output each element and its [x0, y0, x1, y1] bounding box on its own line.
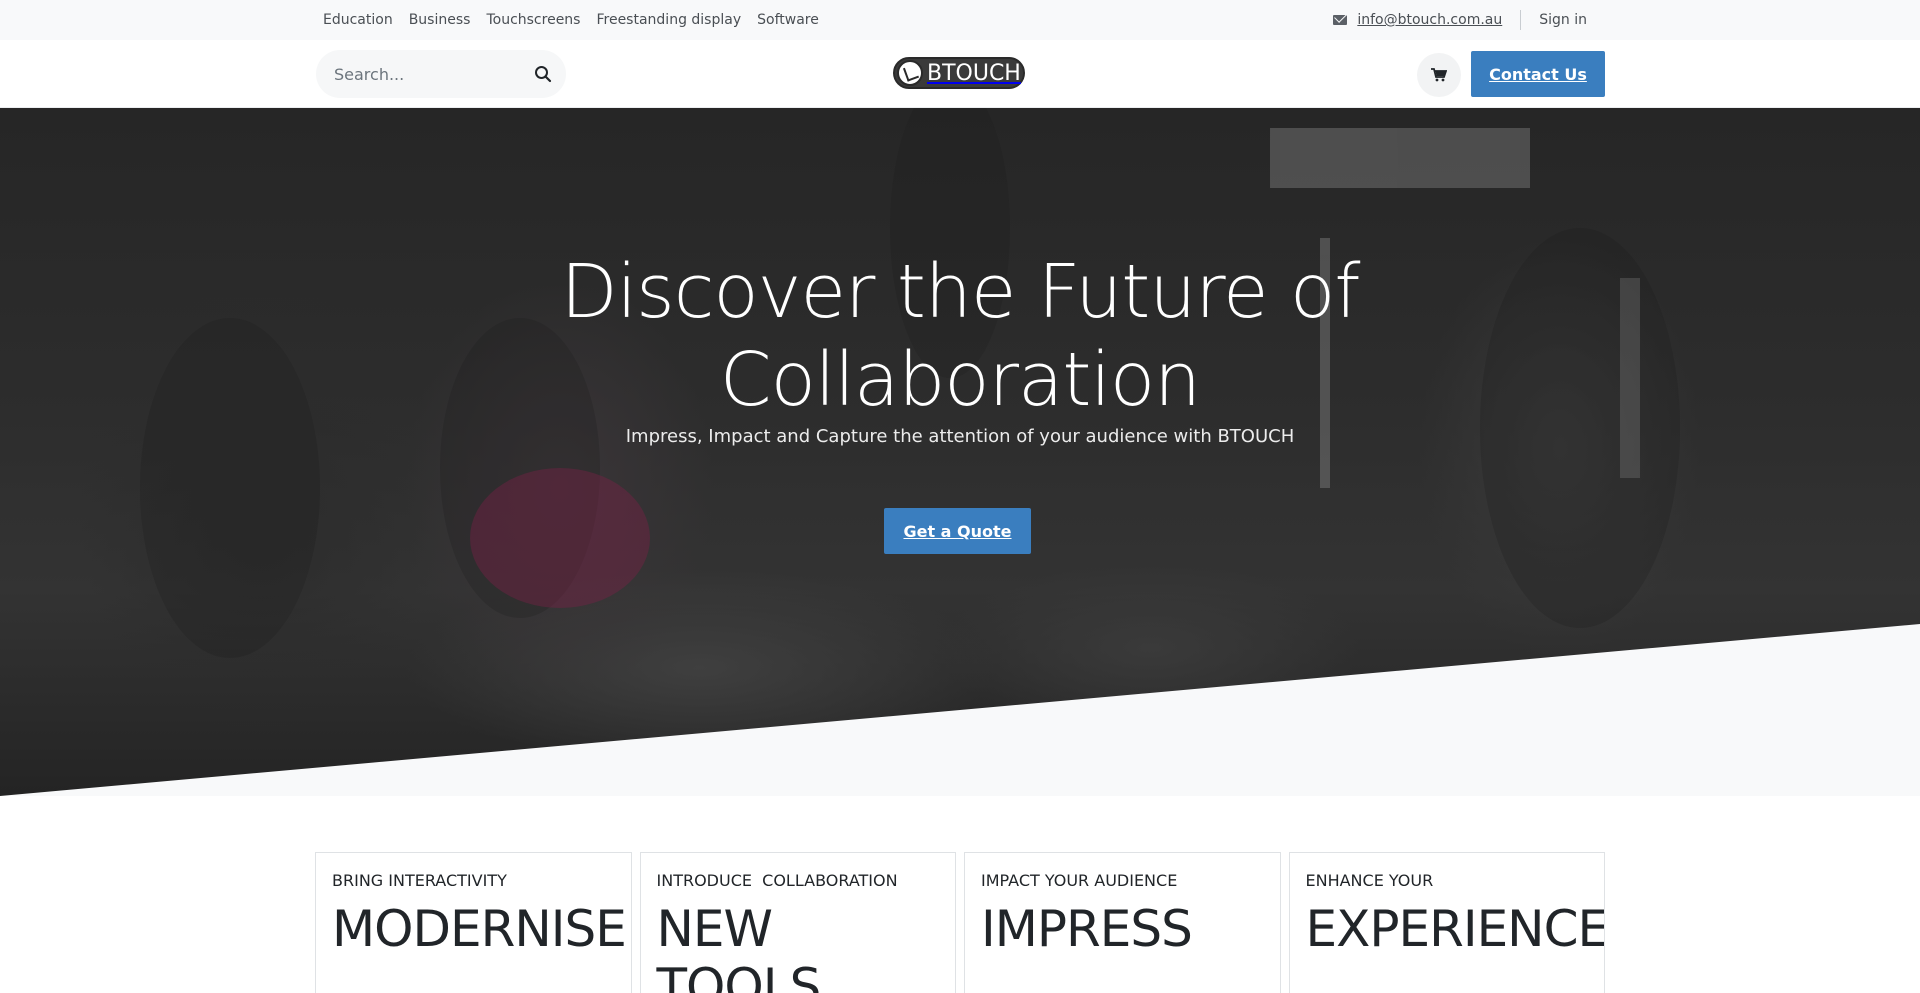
feature-card-experience[interactable]: ENHANCE YOUR EXPERIENCE: [1288, 852, 1605, 993]
card-title: IMPRESS: [981, 900, 1193, 958]
search-icon[interactable]: [534, 65, 552, 83]
feature-cards: BRING INTERACTIVITY MODERNISE INTRODUCE …: [315, 852, 1605, 993]
contact-us-button[interactable]: Contact Us: [1471, 51, 1605, 97]
search-box: [316, 50, 566, 98]
get-a-quote-button[interactable]: Get a Quote: [884, 508, 1031, 554]
hero-title-line-1: Discover the Future of: [560, 249, 1361, 335]
cart-icon: [1431, 68, 1447, 82]
search-input[interactable]: [334, 64, 524, 84]
card-kicker: BRING INTERACTIVITY: [332, 871, 507, 890]
email-link[interactable]: info@btouch.com.au: [1333, 12, 1502, 28]
sign-in-link[interactable]: Sign in: [1539, 12, 1587, 28]
nav-link-business[interactable]: Business: [409, 12, 471, 28]
hero-title: Discover the Future of Collaboration: [0, 248, 1920, 424]
feature-card-modernise[interactable]: BRING INTERACTIVITY MODERNISE: [315, 852, 632, 993]
card-kicker: ENHANCE YOUR: [1305, 871, 1434, 890]
card-title: NEW TOOLS: [656, 900, 822, 993]
top-right-links: info@btouch.com.au Sign in: [1333, 0, 1597, 40]
logo-mark-icon: [897, 60, 923, 86]
cart-button[interactable]: [1417, 53, 1461, 97]
main-header: BTOUCH Contact Us: [0, 40, 1920, 108]
top-divider: [1520, 10, 1522, 30]
envelope-icon: [1333, 15, 1348, 25]
nav-link-freestanding-display[interactable]: Freestanding display: [596, 12, 741, 28]
nav-link-touchscreens[interactable]: Touchscreens: [486, 12, 580, 28]
feature-card-new-tools[interactable]: INTRODUCE COLLABORATION NEW TOOLS: [639, 852, 956, 993]
btouch-logo[interactable]: BTOUCH: [893, 57, 1025, 89]
nav-link-software[interactable]: Software: [757, 12, 819, 28]
card-kicker: INTRODUCE COLLABORATION: [656, 871, 898, 890]
top-nav: Education Business Touchscreens Freestan…: [323, 0, 819, 40]
hero-title-line-2: Collaboration: [719, 337, 1201, 423]
card-title: MODERNISE: [332, 900, 627, 958]
card-title: EXPERIENCE: [1305, 900, 1605, 958]
email-text: info@btouch.com.au: [1357, 12, 1503, 28]
top-bar: Education Business Touchscreens Freestan…: [0, 0, 1920, 40]
logo-text: BTOUCH: [927, 60, 1021, 86]
hero-subtitle: Impress, Impact and Capture the attentio…: [625, 426, 1295, 447]
nav-link-education[interactable]: Education: [323, 12, 393, 28]
hero-slant-divider: [0, 108, 1920, 796]
hero-section: Discover the Future of Collaboration Imp…: [0, 108, 1920, 796]
feature-card-impress[interactable]: IMPACT YOUR AUDIENCE IMPRESS: [964, 852, 1281, 993]
card-kicker: IMPACT YOUR AUDIENCE: [981, 871, 1178, 890]
